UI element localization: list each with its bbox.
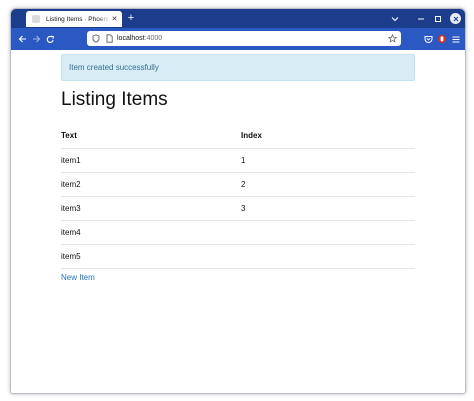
cell-text: item3 (61, 196, 241, 221)
back-arrow-left-icon[interactable] (15, 32, 29, 46)
flash-info-message: Item created successfully (61, 54, 415, 81)
table-row: item4 (61, 220, 415, 245)
tab-listing-items[interactable]: Listing Items · Phoenix Framework ✕ (26, 11, 122, 27)
cell-index: 2 (241, 172, 415, 197)
tab-strip: Listing Items · Phoenix Framework ✕ + (11, 9, 465, 28)
url-host: localhost (117, 35, 145, 42)
minimize-icon[interactable] (414, 11, 428, 26)
page-favicon-icon (32, 15, 40, 23)
table-row: item2 2 (61, 172, 415, 197)
window-controls (385, 11, 461, 26)
navigation-toolbar: localhost:4000 (11, 28, 465, 50)
shield-icon[interactable] (91, 34, 101, 44)
tab-close-icon[interactable]: ✕ (110, 15, 119, 24)
page-icon[interactable] (104, 34, 114, 44)
page-content: Item created successfully Listing Items … (11, 50, 465, 393)
cell-index (241, 220, 415, 245)
address-bar[interactable]: localhost:4000 (87, 31, 401, 46)
tab-title: Listing Items · Phoenix Framework (46, 15, 110, 23)
new-tab-plus-icon[interactable]: + (125, 12, 137, 24)
cell-index (241, 244, 415, 269)
table-row: item1 1 (61, 148, 415, 173)
reload-icon[interactable] (43, 32, 57, 46)
url-port: :4000 (144, 35, 163, 42)
column-header-text: Text (61, 122, 241, 149)
items-table: Text Index item1 1 item2 2 item3 3 item4… (61, 122, 415, 269)
pocket-icon[interactable] (421, 32, 435, 46)
cell-text: item1 (61, 148, 241, 173)
maximize-icon[interactable] (431, 11, 445, 26)
table-row: item3 3 (61, 196, 415, 221)
browser-window: Listing Items · Phoenix Framework ✕ + (10, 8, 466, 394)
extension-icon[interactable] (435, 32, 449, 46)
cell-index: 3 (241, 196, 415, 221)
cell-text: item5 (61, 244, 241, 269)
page-title: Listing Items (61, 89, 168, 110)
url-text[interactable]: localhost:4000 (117, 35, 387, 42)
forward-arrow-right-icon[interactable] (29, 32, 43, 46)
cell-text: item2 (61, 172, 241, 197)
cell-index: 1 (241, 148, 415, 173)
new-item-link[interactable]: New Item (61, 273, 95, 282)
column-header-index: Index (241, 122, 415, 149)
table-header-row: Text Index (61, 122, 415, 149)
bookmark-star-icon[interactable] (387, 34, 397, 44)
cell-text: item4 (61, 220, 241, 245)
tab-list-chevron-down-icon[interactable] (388, 11, 402, 26)
table-row: item5 (61, 244, 415, 269)
hamburger-menu-icon[interactable] (449, 32, 463, 46)
close-icon[interactable] (450, 13, 461, 24)
